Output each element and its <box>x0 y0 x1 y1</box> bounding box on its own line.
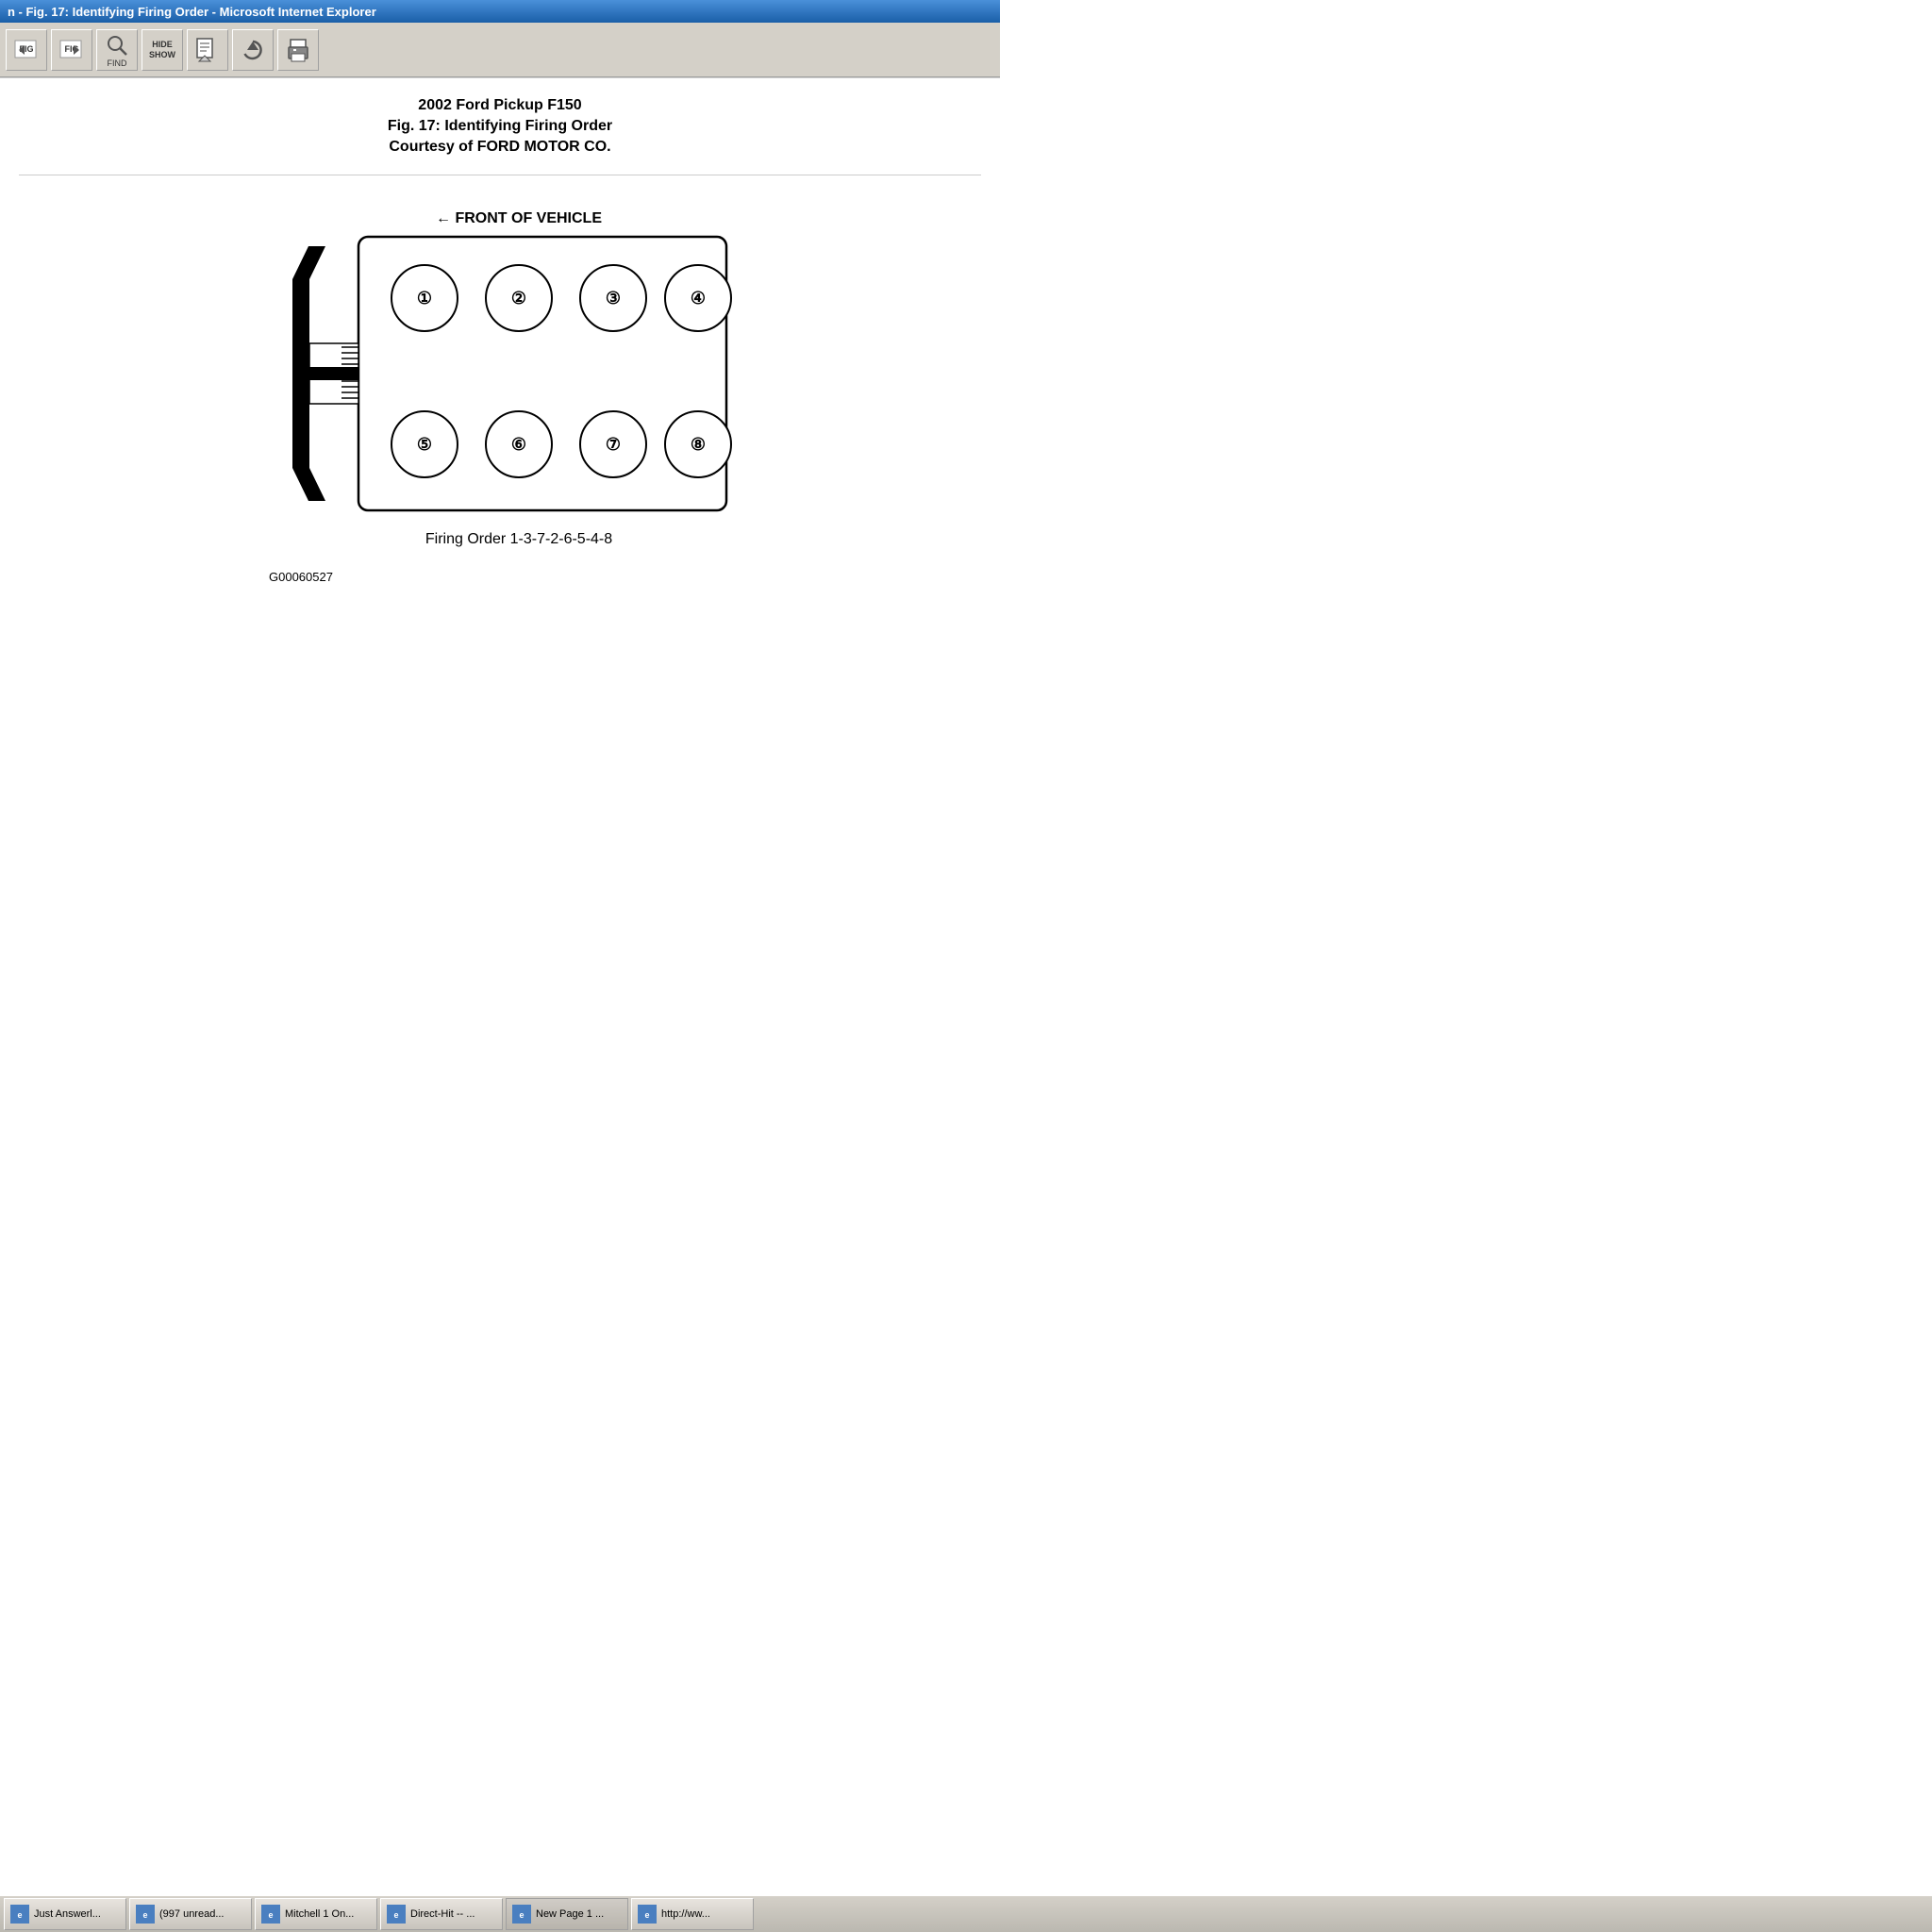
cylinder-6-label: ⑥ <box>511 435 526 454</box>
taskbar-icon-997: e <box>136 1905 155 1924</box>
cylinder-5-label: ⑤ <box>417 435 432 454</box>
show-label: SHOW <box>149 50 175 60</box>
taskbar-btn-mitchell[interactable]: e Mitchell 1 On... <box>255 1898 377 1930</box>
taskbar-icon-http: e <box>638 1905 657 1924</box>
next-fig-icon: FIG <box>58 37 85 63</box>
ie-icon-2: e <box>138 1907 153 1922</box>
title-bar: n - Fig. 17: Identifying Firing Order - … <box>0 0 1000 23</box>
cylinder-8-label: ⑧ <box>691 435 706 454</box>
next-fig-button[interactable]: FIG <box>51 29 92 71</box>
crank-bottom-diagonal <box>292 468 325 501</box>
cylinder-1-label: ① <box>417 289 432 308</box>
taskbar-icon-justanswer: e <box>10 1905 29 1924</box>
prev-fig-button[interactable]: FIG <box>6 29 47 71</box>
toolbar: FIG FIG FIND HIDE SHOW <box>0 23 1000 77</box>
taskbar: e Just Answerl... e (997 unread... e Mit… <box>0 1894 1932 1932</box>
hide-show-button[interactable]: HIDE SHOW <box>142 29 183 71</box>
svg-text:e: e <box>142 1910 147 1920</box>
taskbar-btn-997unread-label: (997 unread... <box>159 1908 225 1920</box>
print-button[interactable] <box>277 29 319 71</box>
taskbar-btn-997unread[interactable]: e (997 unread... <box>129 1898 252 1930</box>
svg-text:e: e <box>393 1910 398 1920</box>
svg-text:e: e <box>519 1910 524 1920</box>
title-bar-text: n - Fig. 17: Identifying Firing Order - … <box>8 5 376 19</box>
diagram-container: ← FRONT OF VEHICLE ① ② ③ ④ ⑤ ⑥ <box>19 194 981 591</box>
prev-fig-icon: FIG <box>13 37 40 63</box>
ie-icon-3: e <box>263 1907 278 1922</box>
taskbar-icon-mitchell: e <box>261 1905 280 1924</box>
cylinder-4-label: ④ <box>691 289 706 308</box>
crank-crossbar <box>292 367 358 380</box>
diagram-id: G00060527 <box>269 570 333 584</box>
main-content: 2002 Ford Pickup F150 Fig. 17: Identifyi… <box>0 78 1000 609</box>
cylinder-2-label: ② <box>511 289 526 308</box>
find-button[interactable]: FIND <box>96 29 138 71</box>
refresh-icon <box>240 37 266 63</box>
svg-text:e: e <box>644 1910 649 1920</box>
bookmark-button[interactable] <box>187 29 228 71</box>
cylinder-7-label: ⑦ <box>606 435 621 454</box>
ie-icon-5: e <box>514 1907 529 1922</box>
taskbar-btn-justanswer[interactable]: e Just Answerl... <box>4 1898 126 1930</box>
svg-text:e: e <box>17 1910 22 1920</box>
taskbar-btn-newpage1[interactable]: e New Page 1 ... <box>506 1898 628 1930</box>
taskbar-btn-directhit-label: Direct-Hit -- ... <box>410 1908 475 1920</box>
print-icon <box>285 37 311 63</box>
bookmark-icon <box>195 37 220 63</box>
taskbar-icon-directhit: e <box>387 1905 406 1924</box>
firing-order-label: Firing Order 1-3-7-2-6-5-4-8 <box>425 531 612 547</box>
taskbar-btn-directhit[interactable]: e Direct-Hit -- ... <box>380 1898 503 1930</box>
taskbar-btn-mitchell-label: Mitchell 1 On... <box>285 1908 354 1920</box>
taskbar-btn-justanswer-label: Just Answerl... <box>34 1908 101 1920</box>
taskbar-btn-newpage1-label: New Page 1 ... <box>536 1908 604 1920</box>
crank-top-diagonal <box>292 246 325 279</box>
hide-show-label: HIDE <box>152 40 173 50</box>
front-label: ← FRONT OF VEHICLE <box>436 210 602 226</box>
ie-icon-6: e <box>640 1907 655 1922</box>
firing-order-diagram: ← FRONT OF VEHICLE ① ② ③ ④ ⑤ ⑥ <box>236 194 764 591</box>
search-icon <box>104 32 130 58</box>
taskbar-icon-newpage1: e <box>512 1905 531 1924</box>
refresh-button[interactable] <box>232 29 274 71</box>
ie-icon: e <box>12 1907 27 1922</box>
document-courtesy: Courtesy of FORD MOTOR CO. <box>19 139 981 156</box>
document-title: 2002 Ford Pickup F150 <box>19 97 981 114</box>
ie-icon-4: e <box>389 1907 404 1922</box>
document-subtitle: Fig. 17: Identifying Firing Order <box>19 118 981 135</box>
taskbar-btn-http-label: http://ww... <box>661 1908 710 1920</box>
cylinder-3-label: ③ <box>606 289 621 308</box>
svg-text:e: e <box>268 1910 273 1920</box>
taskbar-btn-http[interactable]: e http://ww... <box>631 1898 754 1930</box>
